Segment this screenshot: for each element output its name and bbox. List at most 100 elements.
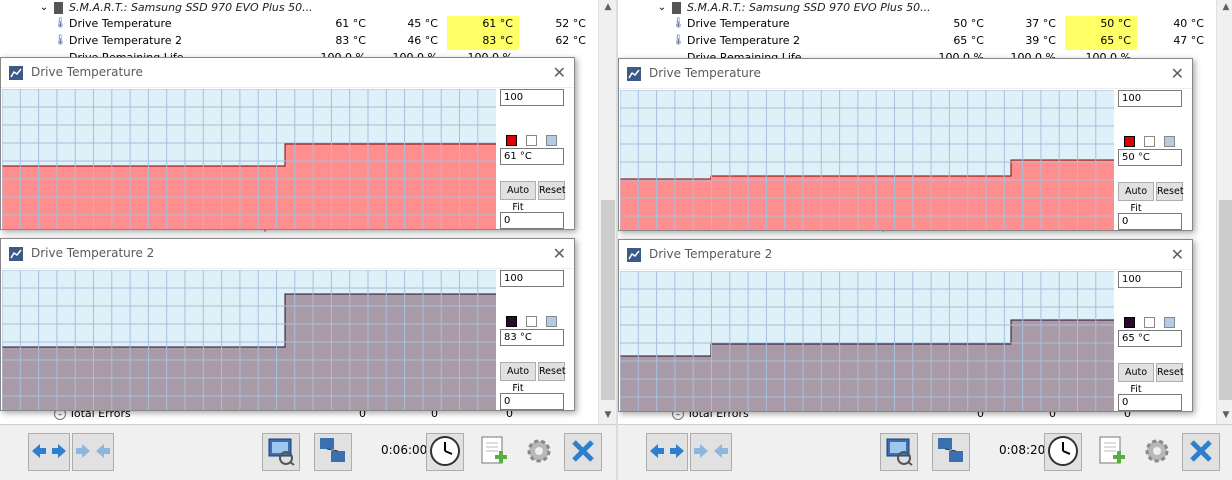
graph-window-drive-temperature-2[interactable]: Drive Temperature 2 ✕ 100 65 °C Auto Fit… (618, 239, 1193, 412)
grid-color-swatch[interactable] (546, 316, 557, 327)
graph-current-field: 50 °C (1118, 149, 1182, 166)
close-app-button[interactable] (564, 433, 602, 471)
line-color-swatch[interactable] (506, 316, 517, 327)
fill-color-swatch[interactable] (1144, 317, 1155, 328)
graph-titlebar[interactable]: Drive Temperature 2 ✕ (619, 240, 1192, 270)
thermometer-icon: 🌡 (672, 35, 685, 46)
min-value: 45 °C (407, 17, 438, 30)
graph-titlebar[interactable]: Drive Temperature ✕ (1, 58, 574, 88)
clock-button[interactable] (426, 433, 464, 471)
network-computers-icon (318, 436, 348, 469)
fill-color-swatch[interactable] (526, 316, 537, 327)
bottom-toolbar: 0:06:00 (0, 424, 616, 480)
auto-fit-button[interactable]: Auto Fit (500, 362, 536, 394)
scroll-up-icon[interactable]: ▲ (599, 0, 616, 14)
row-label: Drive Temperature (69, 17, 172, 30)
graph-title: Drive Temperature (649, 66, 761, 80)
avg-value: 40 °C (1173, 17, 1204, 30)
expand-columns-button[interactable] (28, 433, 70, 471)
fill-color-swatch[interactable] (1144, 136, 1155, 147)
auto-fit-button[interactable]: Auto Fit (500, 181, 536, 213)
bottom-toolbar: 0:08:20 (618, 424, 1232, 480)
line-color-swatch[interactable] (1124, 317, 1135, 328)
network-button[interactable] (932, 433, 970, 471)
group-row-smart[interactable]: ⌄ S.M.A.R.T.: Samsung SSD 970 EVO Plus 5… (618, 0, 1216, 17)
close-x-icon (570, 438, 596, 467)
graph-svg (2, 270, 496, 410)
graph-window-drive-temperature[interactable]: Drive Temperature ✕ 100 61 °C Auto Fit R… (0, 57, 575, 230)
close-icon[interactable]: ✕ (1171, 64, 1184, 83)
close-icon[interactable]: ✕ (553, 244, 566, 263)
expand-columns-button[interactable] (646, 433, 688, 471)
thermometer-icon: 🌡 (54, 18, 67, 29)
drive-icon (54, 2, 63, 14)
drive-icon (672, 2, 681, 14)
graph-max-field[interactable]: 100 (1118, 90, 1182, 107)
graph-side-panel: 100 61 °C Auto Fit Reset 0 (498, 89, 574, 229)
elapsed-time: 0:08:20 (999, 443, 1046, 457)
graph-window-drive-temperature[interactable]: Drive Temperature ✕ 100 50 °C Auto Fit R… (618, 58, 1193, 231)
reset-button[interactable]: Reset (538, 362, 566, 381)
fill-color-swatch[interactable] (526, 135, 537, 146)
hwinfo-window-left: ⌄ S.M.A.R.T.: Samsung SSD 970 EVO Plus 5… (0, 0, 616, 480)
collapse-columns-button[interactable] (72, 433, 114, 471)
graph-min-field[interactable]: 0 (500, 212, 564, 229)
collapse-columns-button[interactable] (690, 433, 732, 471)
reset-button[interactable]: Reset (1156, 182, 1184, 201)
table-row[interactable]: 🌡 Drive Temperature 2 83 °C 46 °C 83 °C … (0, 33, 598, 50)
table-row[interactable]: 🌡 Drive Temperature 2 65 °C 39 °C 65 °C … (618, 33, 1216, 50)
report-button[interactable] (262, 433, 300, 471)
close-app-button[interactable] (1182, 433, 1220, 471)
graph-min-field[interactable]: 0 (1118, 213, 1182, 230)
report-button[interactable] (880, 433, 918, 471)
settings-button[interactable] (1138, 433, 1176, 471)
reset-button[interactable]: Reset (538, 181, 566, 200)
grid-color-swatch[interactable] (1164, 317, 1175, 328)
network-button[interactable] (314, 433, 352, 471)
grid-color-swatch[interactable] (1164, 136, 1175, 147)
clock-icon (429, 435, 461, 470)
scroll-thumb[interactable] (601, 200, 615, 400)
graph-plot (2, 89, 496, 229)
avg-value: 47 °C (1173, 34, 1204, 47)
table-row[interactable]: 🌡 Drive Temperature 61 °C 45 °C 61 °C 52… (0, 16, 598, 33)
graph-svg (2, 89, 496, 229)
graph-min-field[interactable]: 0 (500, 393, 564, 410)
collapse-chevron-icon[interactable]: ⌄ (656, 2, 668, 14)
current-value: 83 °C (335, 34, 366, 47)
line-color-swatch[interactable] (506, 135, 517, 146)
reset-button[interactable]: Reset (1156, 363, 1184, 382)
log-button[interactable] (474, 433, 512, 471)
auto-fit-button[interactable]: Auto Fit (1118, 363, 1154, 395)
graph-min-field[interactable]: 0 (1118, 394, 1182, 411)
min-value: 37 °C (1025, 17, 1056, 30)
group-row-smart[interactable]: ⌄ S.M.A.R.T.: Samsung SSD 970 EVO Plus 5… (0, 0, 598, 17)
settings-button[interactable] (520, 433, 558, 471)
graph-titlebar[interactable]: Drive Temperature 2 ✕ (1, 239, 574, 269)
auto-fit-button[interactable]: Auto Fit (1118, 182, 1154, 214)
table-row[interactable]: 🌡 Drive Temperature 50 °C 37 °C 50 °C 40… (618, 16, 1216, 33)
close-icon[interactable]: ✕ (553, 63, 566, 82)
grid-color-swatch[interactable] (546, 135, 557, 146)
scroll-down-icon[interactable]: ▼ (599, 408, 616, 422)
min-value: 46 °C (407, 34, 438, 47)
scroll-down-icon[interactable]: ▼ (1217, 408, 1232, 422)
graph-max-field[interactable]: 100 (500, 89, 564, 106)
scroll-up-icon[interactable]: ▲ (1217, 0, 1232, 14)
graph-max-field[interactable]: 100 (500, 270, 564, 287)
vertical-scrollbar[interactable]: ▲ ▼ (598, 0, 616, 424)
row-label: Drive Temperature (687, 17, 790, 30)
scroll-thumb[interactable] (1219, 200, 1232, 400)
line-color-swatch[interactable] (1124, 136, 1135, 147)
row-label: Drive Temperature 2 (69, 34, 182, 47)
graph-window-drive-temperature-2[interactable]: Drive Temperature 2 ✕ 100 83 °C Auto Fit… (0, 238, 575, 411)
graph-titlebar[interactable]: Drive Temperature ✕ (619, 59, 1192, 89)
vertical-scrollbar[interactable]: ▲ ▼ (1216, 0, 1232, 424)
current-value: 50 °C (953, 17, 984, 30)
clock-button[interactable] (1044, 433, 1082, 471)
log-button[interactable] (1092, 433, 1130, 471)
graph-side-panel: 100 50 °C Auto Fit Reset 0 (1116, 90, 1192, 230)
graph-max-field[interactable]: 100 (1118, 271, 1182, 288)
collapse-chevron-icon[interactable]: ⌄ (38, 2, 50, 14)
close-icon[interactable]: ✕ (1171, 245, 1184, 264)
